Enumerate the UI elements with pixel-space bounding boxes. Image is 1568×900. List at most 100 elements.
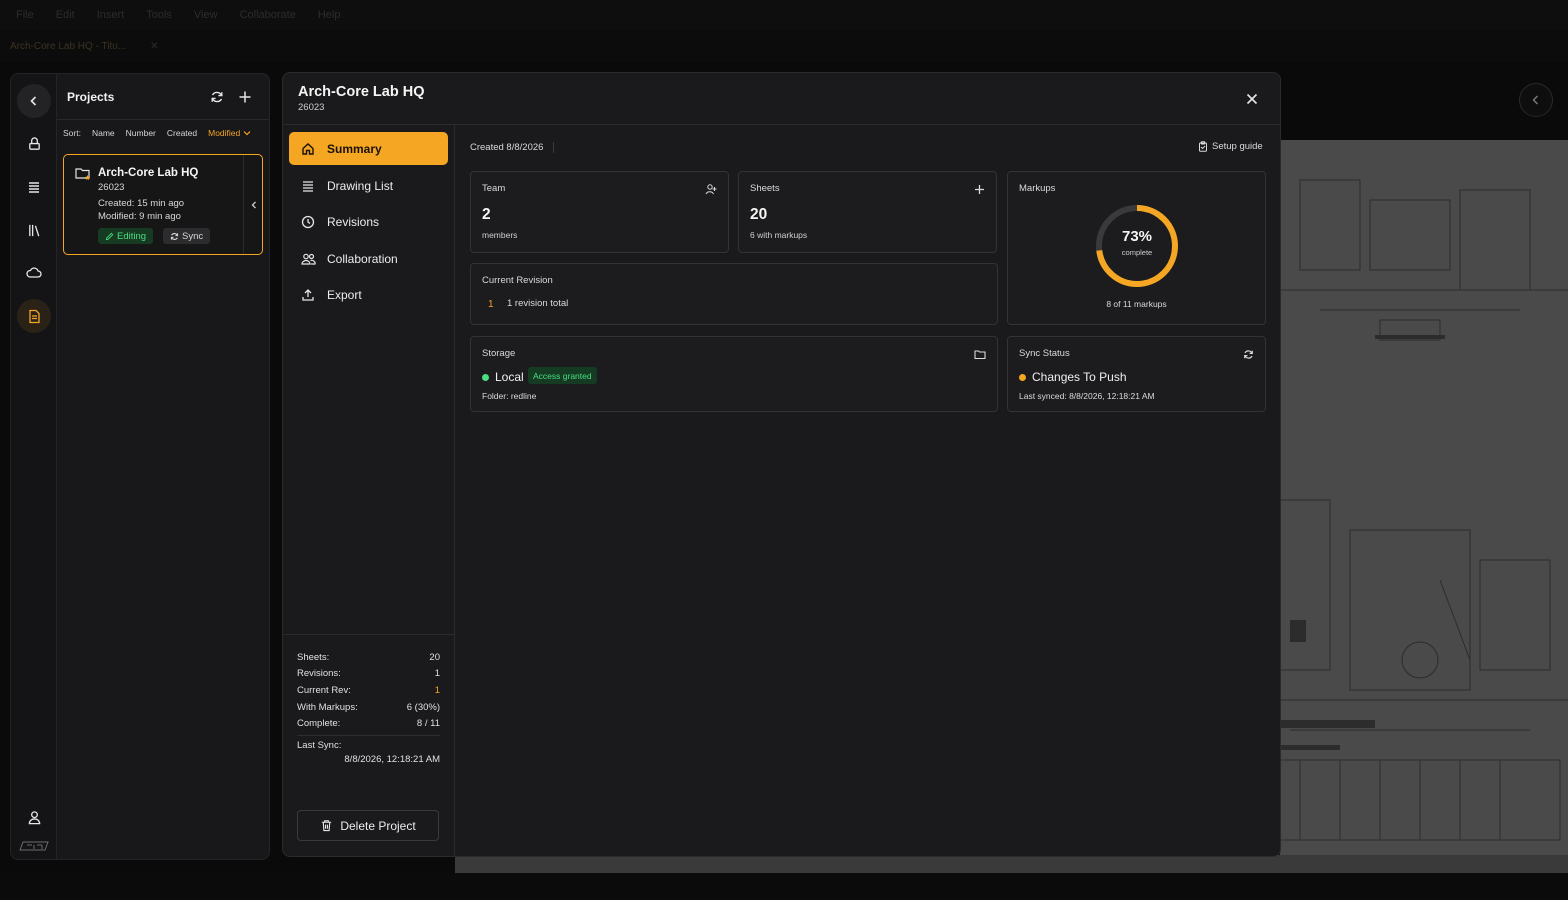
right-panel-toggle[interactable] [1519,83,1553,117]
chevron-left-icon [251,201,256,208]
project-card[interactable]: Arch-Core Lab HQ 26023 Created: 15 min a… [63,154,263,255]
users-icon [300,251,316,267]
delete-project-label: Delete Project [340,818,416,833]
clock-icon [300,214,316,230]
current-revision-text: 1 revision total [507,298,569,309]
delete-project-button[interactable]: Delete Project [297,810,439,841]
stat-sheets: Sheets: 20 [297,649,440,666]
menu-insert[interactable]: Insert [97,9,125,21]
markups-card[interactable]: Markups 73% complete 8 of 11 markups [1007,171,1266,325]
modal-subtitle: 26023 [298,102,325,113]
nav-summary[interactable]: Summary [289,132,448,165]
storage-card[interactable]: Storage Local Access granted Folder: red… [470,336,998,412]
cloud-icon [26,267,42,278]
drawing-canvas[interactable] [1280,140,1568,870]
close-modal-button[interactable] [1242,89,1262,109]
stat-last-sync-label: Last Sync: [297,739,342,751]
stat-current-rev: Current Rev: 1 [297,682,440,699]
modal-title: Arch-Core Lab HQ [298,84,425,100]
sync-status-dot [1019,374,1026,381]
progress-ring-svg [1096,205,1178,287]
stat-current-rev-value: 1 [434,684,440,696]
nav-drawing-list[interactable]: Drawing List [289,169,448,202]
rail-list-button[interactable] [17,170,51,204]
nav-export-label: Export [327,287,362,302]
trash-icon [322,820,332,832]
sheets-count: 20 [750,206,768,223]
menu-tools[interactable]: Tools [146,9,172,21]
editing-badge: Editing [98,228,154,244]
close-icon [1246,93,1258,105]
stamp-icon [28,136,40,150]
sync-status-label: Sync Status [1019,348,1070,359]
add-sheet-icon[interactable] [973,183,985,195]
modal-header: Arch-Core Lab HQ 26023 [283,73,1280,125]
storage-label: Storage [482,348,516,359]
rail-stamps-button[interactable] [17,127,51,161]
nav-collaboration-label: Collaboration [327,251,398,266]
storage-type: Local [495,370,524,384]
rail-project-button[interactable] [17,299,51,333]
stat-last-sync-value: 8/8/2026, 12:18:21 AM [344,753,440,765]
markups-complete-label: complete [1121,248,1153,257]
menu-view[interactable]: View [194,9,218,21]
user-icon [28,810,40,824]
nav-collaboration[interactable]: Collaboration [289,242,448,275]
rail-cloud-button[interactable] [17,256,51,290]
sheets-label: Sheets [750,183,780,194]
sync-refresh-icon[interactable] [1242,348,1254,360]
close-tab-icon[interactable]: ✕ [150,41,158,52]
setup-guide-label: Setup guide [1212,141,1263,152]
rail-library-button[interactable] [17,213,51,247]
summary-content: Created 8/8/2026 Setup guide Team 2 memb… [455,125,1280,856]
stat-complete-label: Complete: [297,718,341,730]
project-folder-icon [75,167,91,186]
drawing-linework [1280,179,1568,841]
sort-by-name[interactable]: Name [92,128,115,138]
menu-file[interactable]: File [16,9,34,21]
rail-back-button[interactable] [17,84,51,118]
stat-revisions: Revisions: 1 [297,666,440,683]
canvas-horizontal-scroll[interactable] [455,855,1568,873]
markups-footer: 8 of 11 markups [1106,299,1167,309]
setup-guide-link[interactable]: Setup guide [1198,141,1263,152]
stat-current-rev-label: Current Rev: [297,684,351,696]
add-member-icon[interactable] [705,183,717,195]
project-modified: Modified: 9 min ago [98,211,181,222]
open-folder-icon[interactable] [974,348,986,360]
stat-complete: Complete: 8 / 11 [297,715,440,732]
stat-revisions-value: 1 [434,668,440,680]
sync-button[interactable]: Sync [163,228,211,244]
menu-edit[interactable]: Edit [56,9,75,21]
add-project-button[interactable] [231,83,259,111]
rail-account-button[interactable] [17,800,51,834]
menu-collaborate[interactable]: Collaborate [240,9,296,21]
sort-by-modified[interactable]: Modified [208,128,251,138]
sort-label: Sort: [63,128,81,138]
stat-revisions-label: Revisions: [297,668,341,680]
document-tabstrip: Arch-Core Lab HQ - Titu... ✕ [0,30,1568,62]
storage-folder: Folder: redline [482,391,537,401]
stat-complete-value: 8 / 11 [416,718,440,730]
refresh-icon [211,91,223,102]
current-revision-card[interactable]: Current Revision 1 1 revision total [470,263,998,325]
icon-rail [10,73,56,860]
chevron-down-icon [243,131,251,136]
sort-by-created[interactable]: Created [167,128,197,138]
collapse-card-button[interactable] [243,155,263,254]
team-card[interactable]: Team 2 members [470,171,729,253]
sync-status-card[interactable]: Sync Status Changes To Push Last synced:… [1007,336,1266,412]
created-divider [553,142,555,153]
refresh-projects-button[interactable] [203,83,231,111]
home-icon [300,141,316,157]
nav-revisions-label: Revisions [327,214,380,229]
nav-export[interactable]: Export [289,278,448,311]
upload-icon [300,287,316,303]
document-tab[interactable]: Arch-Core Lab HQ - Titu... [10,41,126,52]
nav-revisions[interactable]: Revisions [289,205,448,238]
stat-sheets-label: Sheets: [297,651,330,663]
nav-drawing-list-label: Drawing List [327,178,394,193]
sort-by-number[interactable]: Number [126,128,156,138]
sheets-card[interactable]: Sheets 20 6 with markups [738,171,997,253]
menu-help[interactable]: Help [318,9,341,21]
